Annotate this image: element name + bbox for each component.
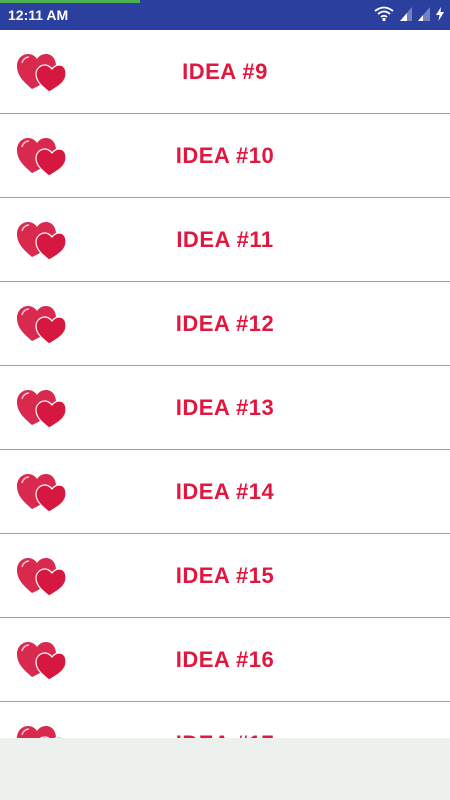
list-item[interactable]: IDEA #13 <box>0 366 450 450</box>
idea-title: IDEA #9 <box>182 58 268 84</box>
list-item[interactable]: IDEA #17 <box>0 702 450 738</box>
idea-title: IDEA #12 <box>175 310 275 336</box>
list-item[interactable]: IDEA #16 <box>0 618 450 702</box>
list-item[interactable]: IDEA #10 <box>0 114 450 198</box>
idea-title: IDEA #17 <box>0 702 450 739</box>
status-bar: 12:11 AM <box>0 0 450 30</box>
idea-title: IDEA #11 <box>176 226 274 252</box>
list-item[interactable]: IDEA #11 <box>0 198 450 282</box>
signal-icon <box>418 7 430 21</box>
idea-title: IDEA #14 <box>175 478 275 504</box>
idea-title: IDEA #16 <box>175 646 275 672</box>
status-icons <box>374 6 444 22</box>
idea-title: IDEA #15 <box>175 562 275 588</box>
list-item[interactable]: IDEA #9 <box>0 30 450 114</box>
status-time: 12:11 AM <box>8 7 69 23</box>
list-item[interactable]: IDEA #12 <box>0 282 450 366</box>
wifi-icon <box>374 6 394 22</box>
ideas-list[interactable]: IDEA #9 IDEA #10 IDEA #11 IDEA #12 IDEA … <box>0 30 450 738</box>
idea-title: IDEA #10 <box>175 142 275 168</box>
signal-icon <box>400 7 412 21</box>
bottom-bar <box>0 738 450 800</box>
charging-icon <box>436 7 444 21</box>
idea-title: IDEA #13 <box>175 394 275 420</box>
status-progress-indicator <box>0 0 140 3</box>
list-item[interactable]: IDEA #14 <box>0 450 450 534</box>
list-item[interactable]: IDEA #15 <box>0 534 450 618</box>
